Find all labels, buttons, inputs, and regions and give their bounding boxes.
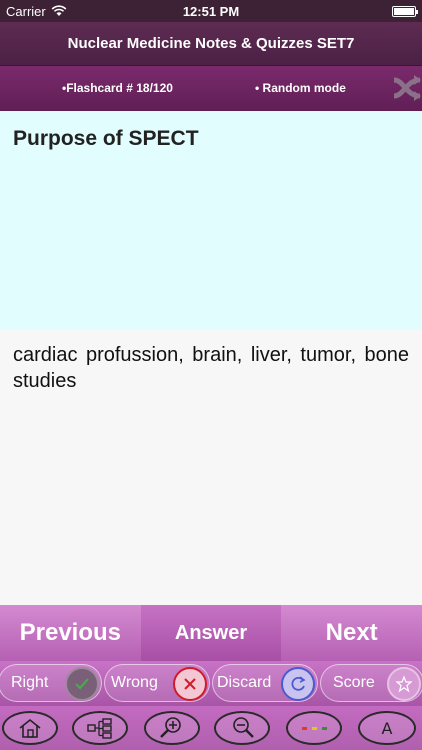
right-button[interactable]: Right: [0, 664, 102, 702]
carrier-label: Carrier: [6, 3, 46, 19]
score-button[interactable]: Score: [320, 664, 422, 702]
status-time: 12:51 PM: [182, 3, 240, 19]
nav-bar: Previous Answer Next: [0, 605, 422, 661]
discard-button[interactable]: Discard: [212, 664, 318, 702]
question-text: Purpose of SPECT: [13, 127, 199, 150]
right-label: Right: [11, 674, 49, 691]
battery-icon: [392, 5, 418, 17]
app-header: Nuclear Medicine Notes & Quizzes SET7: [0, 22, 422, 66]
discard-label: Discard: [217, 674, 272, 691]
home-button[interactable]: [2, 711, 58, 745]
color-dots-icon: [302, 727, 327, 730]
wifi-icon: [51, 5, 67, 16]
tree-icon: [87, 718, 112, 739]
home-icon: [19, 718, 41, 738]
font-icon: A: [381, 718, 393, 738]
mark-bar: Right Wrong Discard Score: [0, 661, 422, 706]
zoom-in-icon: [160, 717, 181, 738]
tree-button[interactable]: [72, 711, 128, 745]
previous-button[interactable]: Previous: [0, 605, 141, 661]
refresh-icon: [281, 667, 315, 701]
page-title: Nuclear Medicine Notes & Quizzes SET7: [67, 35, 355, 52]
x-icon: [173, 667, 207, 701]
status-left: Carrier: [6, 4, 67, 19]
zoom-out-button[interactable]: [214, 711, 270, 745]
score-label: Score: [333, 674, 375, 691]
shuffle-icon[interactable]: [392, 70, 422, 106]
mode-label: • Random mode: [255, 81, 346, 95]
answer-panel: cardiac profussion, brain, liver, tumor,…: [0, 329, 422, 605]
answer-button[interactable]: Answer: [140, 605, 282, 661]
status-bar: Carrier 12:51 PM: [0, 0, 422, 22]
font-size-button[interactable]: A: [358, 711, 416, 745]
info-bar: •Flashcard # 18/120 • Random mode: [0, 66, 422, 111]
wrong-label: Wrong: [111, 674, 158, 691]
wrong-button[interactable]: Wrong: [104, 664, 210, 702]
answer-text: cardiac profussion, brain, liver, tumor,…: [13, 344, 409, 392]
flashcard-counter: •Flashcard # 18/120: [62, 81, 173, 95]
zoom-out-icon: [233, 717, 254, 738]
next-button[interactable]: Next: [281, 605, 422, 661]
color-theme-button[interactable]: [286, 711, 342, 745]
zoom-in-button[interactable]: [144, 711, 200, 745]
bottom-toolbar: A: [0, 706, 422, 750]
star-icon: [387, 667, 421, 701]
check-icon: [65, 667, 99, 701]
question-panel: Purpose of SPECT: [0, 111, 422, 329]
